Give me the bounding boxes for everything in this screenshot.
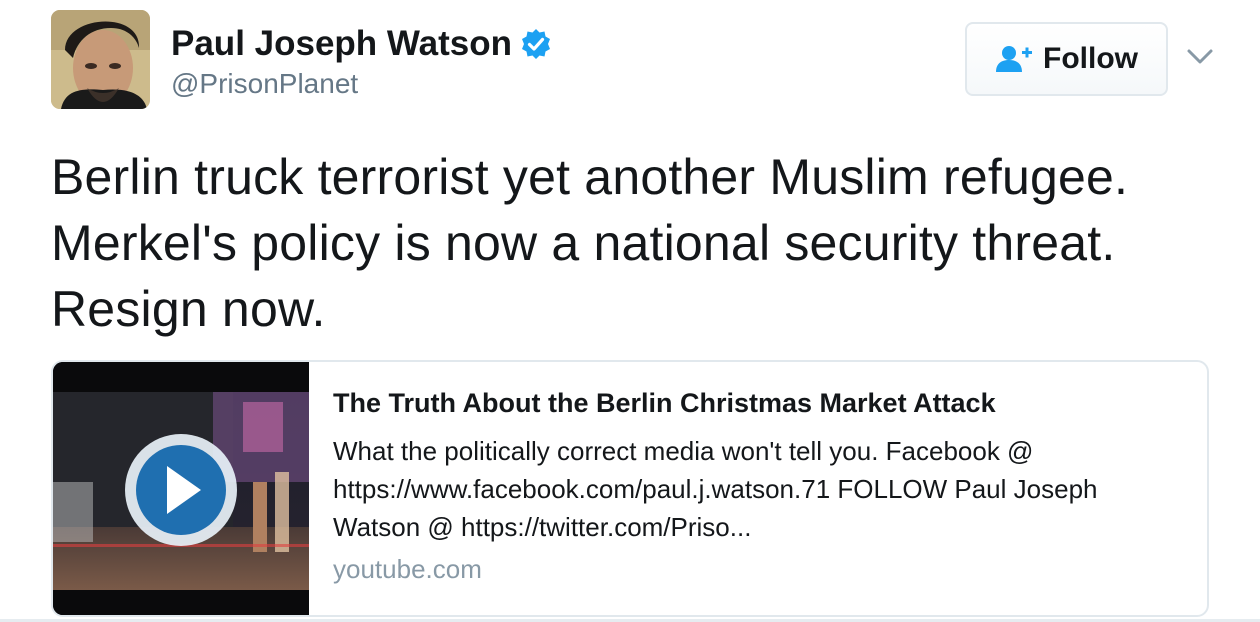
- follow-button-label: Follow: [1043, 42, 1138, 75]
- tweet-line: Resign now.: [51, 281, 326, 337]
- profile-photo: [51, 10, 150, 109]
- link-card[interactable]: The Truth About the Berlin Christmas Mar…: [51, 360, 1209, 617]
- tweet-line: Merkel's policy is now a national securi…: [51, 215, 1116, 271]
- follow-button[interactable]: Follow: [965, 22, 1168, 96]
- user-add-icon: [996, 46, 1032, 72]
- avatar[interactable]: [51, 10, 150, 109]
- chevron-down-icon[interactable]: [1186, 46, 1214, 68]
- video-thumbnail[interactable]: [53, 362, 309, 615]
- verified-badge-icon: [520, 28, 552, 60]
- display-name[interactable]: Paul Joseph Watson: [171, 24, 552, 64]
- card-title: The Truth About the Berlin Christmas Mar…: [333, 388, 996, 418]
- tweet-line: Berlin truck terrorist yet another Musli…: [51, 149, 1129, 205]
- display-name-text: Paul Joseph Watson: [171, 24, 512, 63]
- card-description: What the politically correct media won't…: [333, 436, 1098, 542]
- tweet-text: Berlin truck terrorist yet another Musli…: [51, 144, 1246, 342]
- card-domain: youtube.com: [333, 554, 482, 584]
- user-handle[interactable]: @PrisonPlanet: [171, 68, 358, 100]
